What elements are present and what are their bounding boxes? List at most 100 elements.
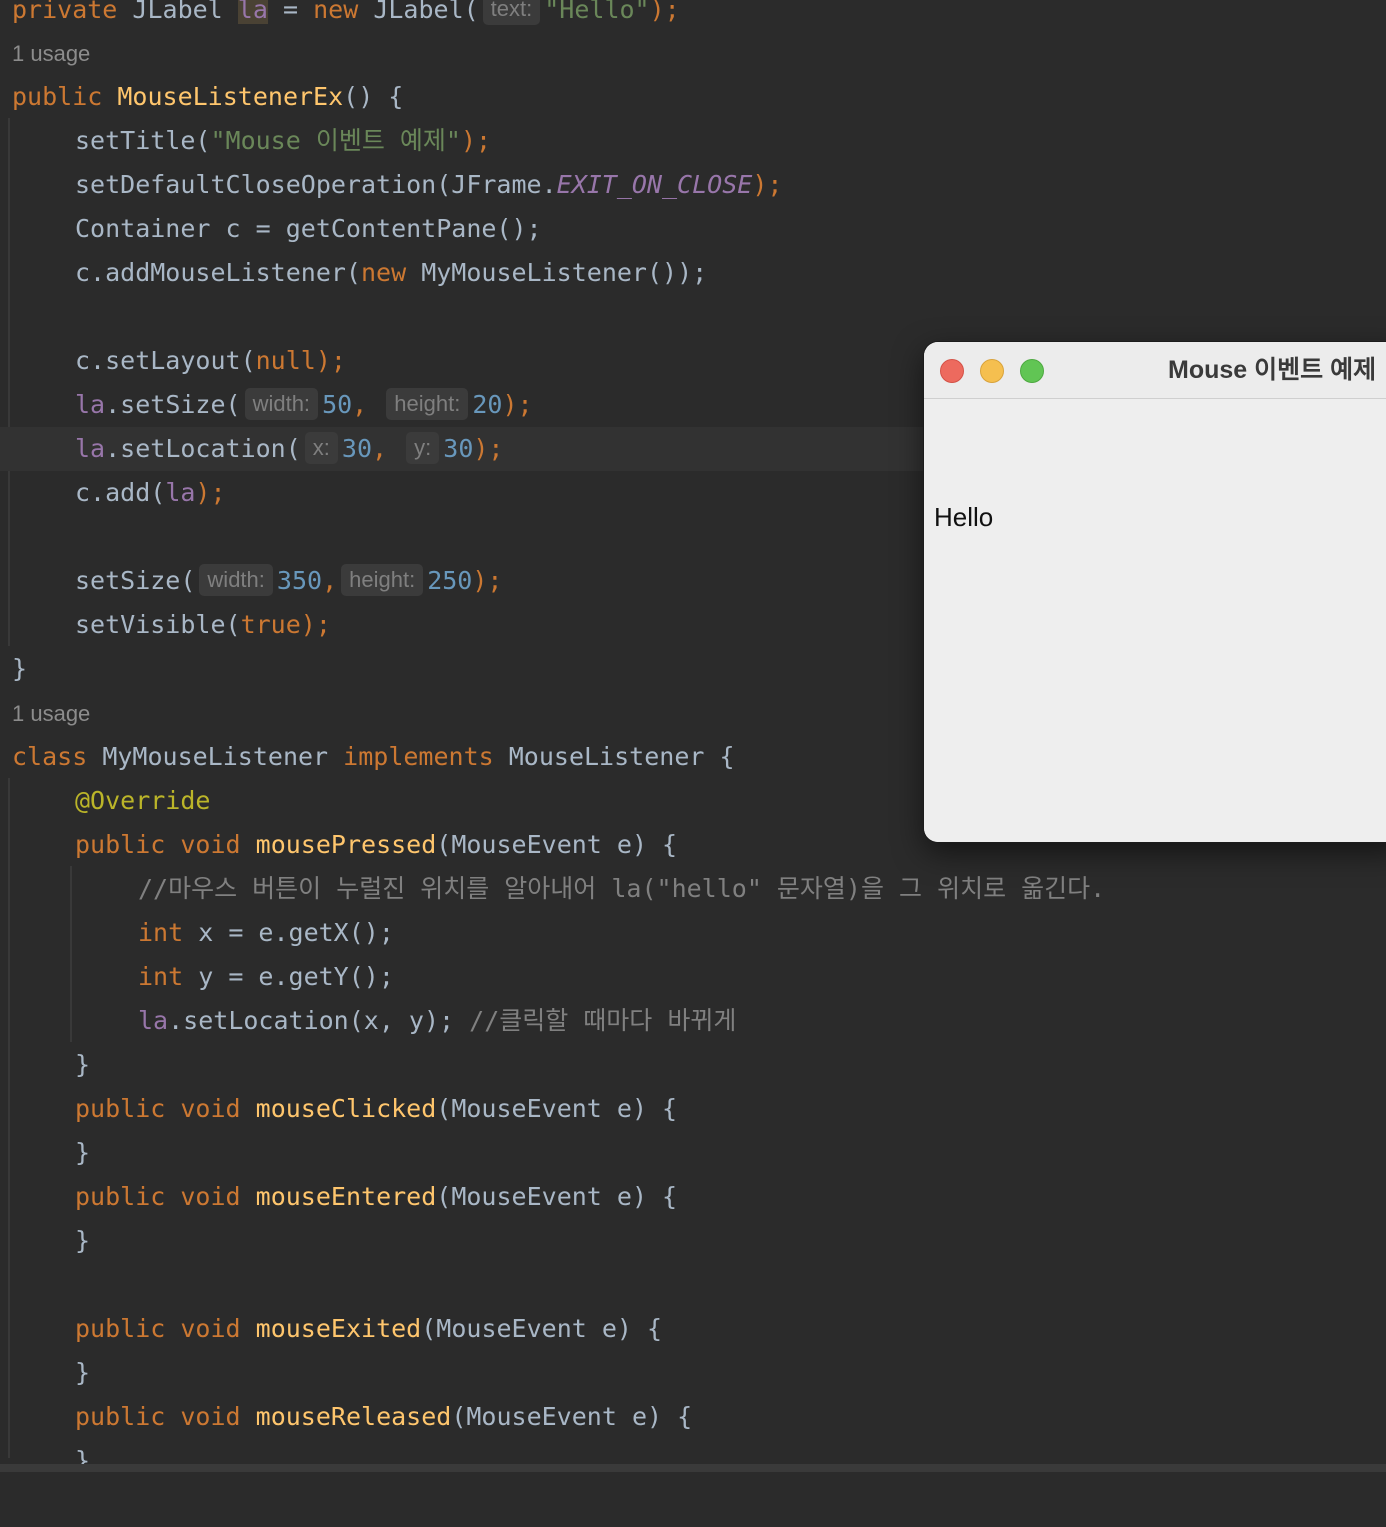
- comment: //마우스 버튼이 누럴진 위치를 알아내어 la("hello" 문자열)을 …: [138, 874, 1106, 903]
- code-line-int-y: int y = e.getY();: [0, 955, 1386, 999]
- keyword: public: [75, 1314, 166, 1343]
- keyword: void: [180, 1314, 241, 1343]
- keyword: public: [12, 82, 103, 111]
- keyword: class: [12, 742, 88, 771]
- statement: x = e.getX();: [198, 918, 394, 947]
- number-literal: 350: [276, 566, 323, 595]
- number-literal: 30: [443, 434, 474, 463]
- number-literal: 20: [472, 390, 503, 419]
- keyword: private: [12, 0, 118, 24]
- method-name: mousePressed: [255, 830, 437, 859]
- punctuation: );: [502, 390, 533, 419]
- method-call: c.setLayout(: [75, 346, 256, 375]
- swing-frame-window[interactable]: Mouse 이벤트 예제 Hello: [924, 342, 1386, 842]
- closing-brace: }: [75, 1050, 91, 1079]
- method-name: mouseClicked: [255, 1094, 437, 1123]
- parameter-hint: height:: [386, 388, 469, 420]
- code-line-brace: }: [0, 1219, 1386, 1263]
- closing-brace: }: [75, 1226, 91, 1255]
- number-literal: 50: [322, 390, 353, 419]
- code-line-method-mousereleased: public void mouseReleased(MouseEvent e) …: [0, 1395, 1386, 1439]
- constructor-call: JLabel(: [373, 0, 479, 24]
- minimize-window-button[interactable]: [980, 359, 1004, 383]
- code-line-container: Container c = getContentPane();: [0, 207, 1386, 251]
- keyword: true: [240, 610, 301, 639]
- window-title: Mouse 이벤트 예제: [1168, 356, 1377, 384]
- string-literal: "Hello": [544, 0, 650, 24]
- code-line-brace-partial: }: [0, 1439, 1386, 1464]
- keyword: void: [180, 830, 241, 859]
- keyword: void: [180, 1182, 241, 1211]
- code-line-add-listener: c.addMouseListener(new MyMouseListener()…: [0, 251, 1386, 295]
- code-line-brace: }: [0, 1043, 1386, 1087]
- punctuation: );: [752, 170, 783, 199]
- parameters: (MouseEvent e) {: [421, 1314, 663, 1343]
- method-call: .setLocation(: [105, 434, 301, 463]
- constructor-call: MyMouseListener());: [421, 258, 708, 287]
- keyword: public: [75, 1094, 166, 1123]
- method-name: mouseEntered: [255, 1182, 437, 1211]
- keyword: void: [180, 1402, 241, 1431]
- parameters: (MouseEvent e) {: [436, 1182, 678, 1211]
- punctuation: ,: [352, 390, 368, 419]
- parameter-hint: y:: [406, 432, 440, 464]
- statement: Container c = getContentPane();: [75, 214, 542, 243]
- window-titlebar[interactable]: Mouse 이벤트 예제: [924, 342, 1386, 399]
- method-call: setSize(: [75, 566, 196, 595]
- method-call: c.add(: [75, 478, 166, 507]
- punctuation: );: [473, 434, 504, 463]
- keyword: implements: [343, 742, 494, 771]
- punctuation: );: [649, 0, 680, 24]
- method-call: setTitle(: [75, 126, 211, 155]
- keyword: public: [75, 1182, 166, 1211]
- code-line-brace: }: [0, 1131, 1386, 1175]
- statement: .setLocation(x, y);: [168, 1006, 455, 1035]
- parameter-hint: width:: [199, 564, 273, 596]
- field-name-highlighted: la: [237, 0, 268, 24]
- method-name: mouseReleased: [255, 1402, 452, 1431]
- field-ref: la: [165, 478, 196, 507]
- method-name: mouseExited: [255, 1314, 422, 1343]
- interface-name: MouseListener {: [508, 742, 735, 771]
- parameters: (MouseEvent e) {: [436, 830, 678, 859]
- method-call: setDefaultCloseOperation(JFrame.: [75, 170, 557, 199]
- number-literal: 250: [427, 566, 473, 595]
- close-window-button[interactable]: [940, 359, 964, 383]
- keyword: int: [138, 918, 184, 947]
- number-literal: 30: [341, 434, 373, 463]
- parameters: (MouseEvent e) {: [451, 1402, 693, 1431]
- annotation: @Override: [75, 786, 211, 815]
- code-line-settitle: setTitle("Mouse 이벤트 예제");: [0, 119, 1386, 163]
- field-ref: la: [75, 390, 106, 419]
- maximize-window-button[interactable]: [1020, 359, 1044, 383]
- parameter-hint: height:: [341, 564, 424, 596]
- code-line-method-mouseentered: public void mouseEntered(MouseEvent e) {: [0, 1175, 1386, 1219]
- usage-hint[interactable]: 1 usage: [12, 694, 90, 734]
- static-constant: EXIT_ON_CLOSE: [556, 170, 753, 199]
- usage-hint[interactable]: 1 usage: [12, 34, 90, 74]
- content-pane[interactable]: Hello: [924, 399, 1386, 842]
- closing-brace: }: [75, 1358, 91, 1387]
- keyword: null: [255, 346, 316, 375]
- operator: =: [282, 0, 299, 24]
- code-line-comment: //마우스 버튼이 누럴진 위치를 알아내어 la("hello" 문자열)을 …: [0, 867, 1386, 911]
- code-line-int-x: int x = e.getX();: [0, 911, 1386, 955]
- comment: //클릭할 때마다 바뀌게: [469, 1006, 737, 1035]
- closing-brace: }: [12, 654, 28, 683]
- code-line-constructor: public MouseListenerEx() {: [0, 75, 1386, 119]
- punctuation: () {: [343, 82, 404, 111]
- keyword: void: [180, 1094, 241, 1123]
- keyword: new: [313, 0, 359, 24]
- punctuation: );: [195, 478, 226, 507]
- type-name: JLabel: [132, 0, 223, 24]
- parameter-hint: x:: [304, 432, 338, 464]
- code-line-close-operation: setDefaultCloseOperation(JFrame.EXIT_ON_…: [0, 163, 1386, 207]
- keyword: int: [138, 962, 184, 991]
- horizontal-scrollbar[interactable]: [0, 1464, 1386, 1472]
- punctuation: ,: [372, 434, 388, 463]
- punctuation: );: [460, 126, 492, 155]
- code-line-method-mouseexited: public void mouseExited(MouseEvent e) {: [0, 1307, 1386, 1351]
- method-call: setVisible(: [75, 610, 241, 639]
- method-call: .setSize(: [105, 390, 241, 419]
- parameter-hint: text:: [482, 0, 541, 25]
